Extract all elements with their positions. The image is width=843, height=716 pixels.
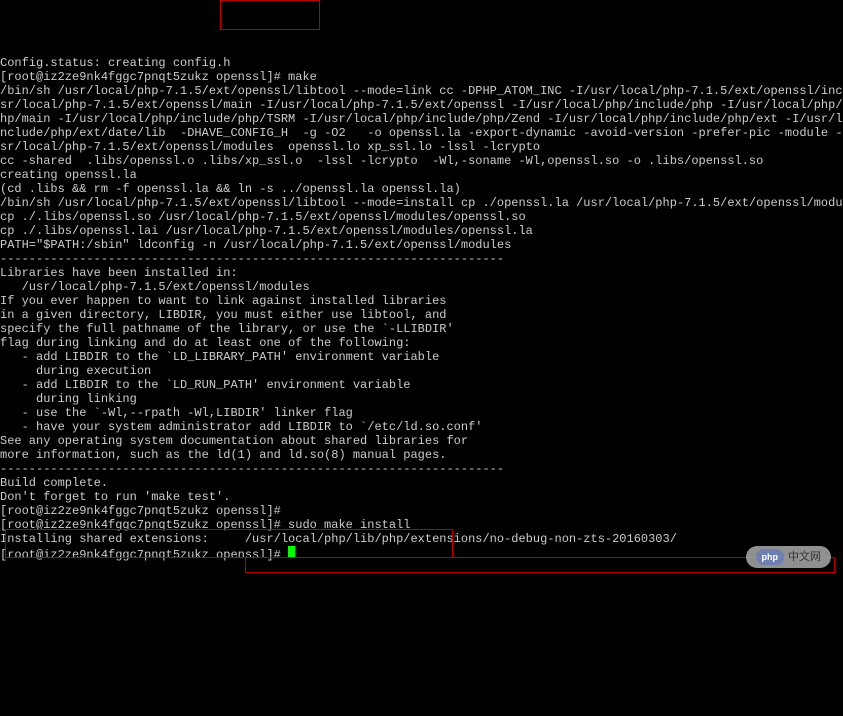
terminal-line: cp ./.libs/openssl.so /usr/local/php-7.1… xyxy=(0,210,843,224)
terminal-output[interactable]: Config.status: creating config.h[root@iz… xyxy=(0,56,843,562)
watermark-text: 中文网 xyxy=(788,550,821,564)
terminal-line: ----------------------------------------… xyxy=(0,462,843,476)
terminal-line: See any operating system documentation a… xyxy=(0,434,843,448)
terminal-line: more information, such as the ld(1) and … xyxy=(0,448,843,462)
php-badge-icon: php xyxy=(756,549,785,565)
terminal-line: during execution xyxy=(0,364,843,378)
watermark-badge: php 中文网 xyxy=(746,546,832,568)
terminal-line: - use the `-Wl,--rpath -Wl,LIBDIR' linke… xyxy=(0,406,843,420)
terminal-line: cc -shared .libs/openssl.o .libs/xp_ssl.… xyxy=(0,154,843,168)
terminal-line: [root@iz2ze9nk4fggc7pnqt5zukz openssl]# … xyxy=(0,518,843,532)
terminal-line: - add LIBDIR to the `LD_LIBRARY_PATH' en… xyxy=(0,350,843,364)
terminal-line: cp ./.libs/openssl.lai /usr/local/php-7.… xyxy=(0,224,843,238)
terminal-line: hp/main -I/usr/local/php/include/php/TSR… xyxy=(0,112,843,126)
terminal-line: Config.status: creating config.h xyxy=(0,56,843,70)
terminal-line: creating openssl.la xyxy=(0,168,843,182)
terminal-line: (cd .libs && rm -f openssl.la && ln -s .… xyxy=(0,182,843,196)
terminal-line: specify the full pathname of the library… xyxy=(0,322,843,336)
terminal-line: [root@iz2ze9nk4fggc7pnqt5zukz openssl]# xyxy=(0,504,843,518)
terminal-line: [root@iz2ze9nk4fggc7pnqt5zukz openssl]# xyxy=(0,546,843,562)
terminal-line: - add LIBDIR to the `LD_RUN_PATH' enviro… xyxy=(0,378,843,392)
terminal-line: Libraries have been installed in: xyxy=(0,266,843,280)
terminal-line: Installing shared extensions: /usr/local… xyxy=(0,532,843,546)
terminal-line: Build complete. xyxy=(0,476,843,490)
terminal-line: in a given directory, LIBDIR, you must e… xyxy=(0,308,843,322)
terminal-line: ----------------------------------------… xyxy=(0,252,843,266)
terminal-line: during linking xyxy=(0,392,843,406)
terminal-line: /bin/sh /usr/local/php-7.1.5/ext/openssl… xyxy=(0,196,843,210)
terminal-line: sr/local/php-7.1.5/ext/openssl/main -I/u… xyxy=(0,98,843,112)
terminal-line: If you ever happen to want to link again… xyxy=(0,294,843,308)
terminal-line: PATH="$PATH:/sbin" ldconfig -n /usr/loca… xyxy=(0,238,843,252)
terminal-line: [root@iz2ze9nk4fggc7pnqt5zukz openssl]# … xyxy=(0,70,843,84)
terminal-line: /usr/local/php-7.1.5/ext/openssl/modules xyxy=(0,280,843,294)
terminal-line: flag during linking and do at least one … xyxy=(0,336,843,350)
terminal-line: sr/local/php-7.1.5/ext/openssl/modules o… xyxy=(0,140,843,154)
annotation-box-top xyxy=(220,0,320,30)
terminal-line: - have your system administrator add LIB… xyxy=(0,420,843,434)
terminal-line: /bin/sh /usr/local/php-7.1.5/ext/openssl… xyxy=(0,84,843,98)
terminal-line: nclude/php/ext/date/lib -DHAVE_CONFIG_H … xyxy=(0,126,843,140)
terminal-line: Don't forget to run 'make test'. xyxy=(0,490,843,504)
cursor-icon xyxy=(288,546,295,558)
